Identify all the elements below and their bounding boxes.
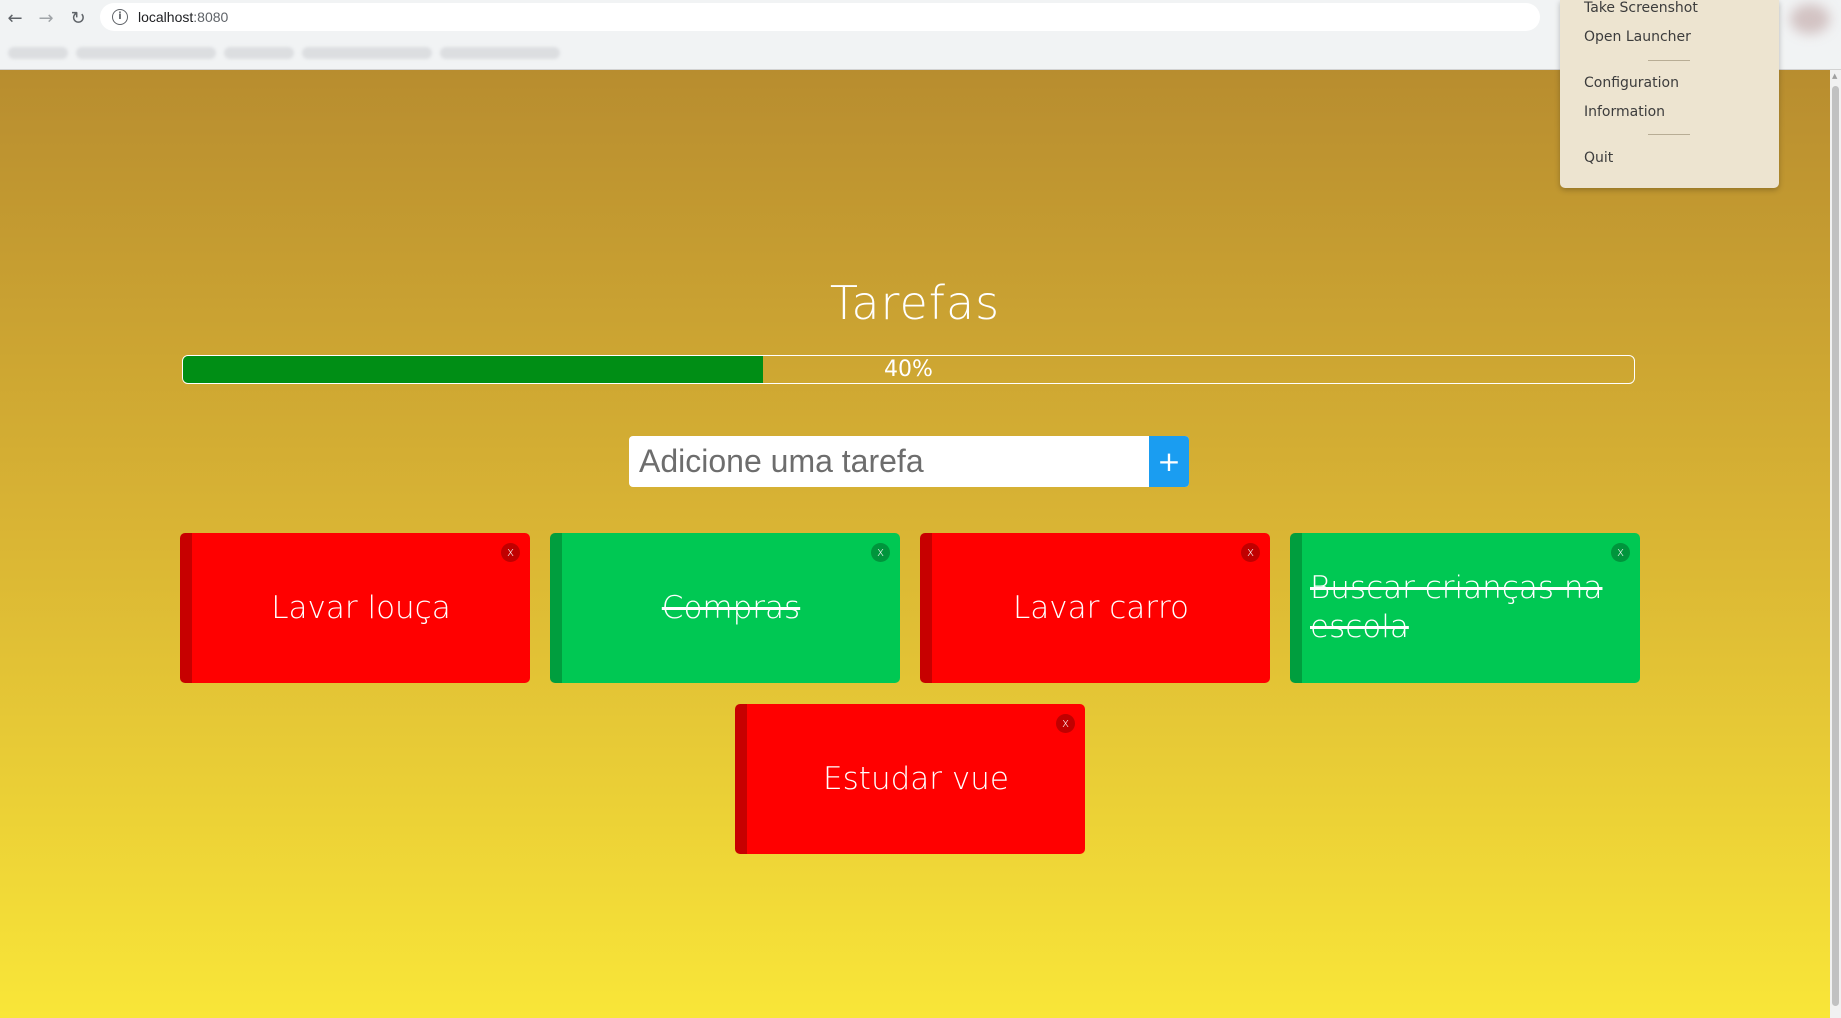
task-card[interactable]: Buscar crianças na escola x — [1290, 533, 1640, 683]
task-label: Lavar louça — [271, 589, 451, 626]
add-task-button[interactable]: + — [1149, 436, 1189, 487]
menu-separator — [1648, 60, 1690, 61]
bookmark-item[interactable] — [76, 46, 216, 59]
delete-task-button[interactable]: x — [1056, 714, 1075, 733]
task-card[interactable]: Compras x — [550, 533, 900, 683]
new-task-input[interactable] — [629, 436, 1149, 487]
scroll-up-icon[interactable]: ▲ — [1832, 72, 1837, 80]
menu-item-quit[interactable]: Quit — [1584, 150, 1613, 166]
app-page: Tarefas 40% + Lavar louça x Compras x La… — [0, 70, 1830, 1018]
reload-icon[interactable]: ↻ — [66, 6, 90, 30]
menu-item-take-screenshot[interactable]: Take Screenshot — [1584, 0, 1698, 16]
task-card[interactable]: Lavar carro x — [920, 533, 1270, 683]
forward-icon[interactable]: → — [34, 6, 58, 30]
back-icon[interactable]: ← — [3, 6, 27, 30]
progress-label: 40% — [884, 357, 933, 382]
url-text: localhost:8080 — [138, 9, 228, 25]
url-host: localhost — [138, 9, 194, 25]
menu-item-information[interactable]: Information — [1584, 104, 1665, 120]
task-label: Estudar vue — [823, 760, 1009, 797]
bookmark-item[interactable] — [224, 46, 294, 59]
task-label: Lavar carro — [1012, 589, 1190, 626]
url-port: :8080 — [193, 9, 229, 25]
menu-separator — [1648, 134, 1690, 135]
address-bar[interactable]: i localhost:8080 — [100, 3, 1540, 31]
scroll-thumb[interactable] — [1832, 86, 1839, 1006]
delete-task-button[interactable]: x — [1611, 543, 1630, 562]
delete-task-button[interactable]: x — [871, 543, 890, 562]
new-task-form: + — [629, 436, 1189, 487]
task-label: Buscar crianças na escola — [1310, 570, 1603, 645]
menu-item-open-launcher[interactable]: Open Launcher — [1584, 29, 1691, 45]
bookmark-item[interactable] — [8, 46, 68, 59]
profile-avatar[interactable] — [1790, 4, 1830, 34]
menu-item-configuration[interactable]: Configuration — [1584, 75, 1679, 91]
task-label: Compras — [661, 589, 801, 626]
page-title: Tarefas — [829, 276, 1001, 330]
progress-bar: 40% — [182, 355, 1635, 384]
context-menu: Take Screenshot Open Launcher Configurat… — [1560, 0, 1779, 188]
task-card[interactable]: Lavar louça x — [180, 533, 530, 683]
bookmark-item[interactable] — [302, 46, 432, 59]
info-icon[interactable]: i — [112, 9, 128, 25]
delete-task-button[interactable]: x — [501, 543, 520, 562]
task-card[interactable]: Estudar vue x — [735, 704, 1085, 854]
bookmark-item[interactable] — [440, 46, 560, 59]
vertical-scrollbar[interactable]: ▲ — [1830, 70, 1841, 1018]
delete-task-button[interactable]: x — [1241, 543, 1260, 562]
